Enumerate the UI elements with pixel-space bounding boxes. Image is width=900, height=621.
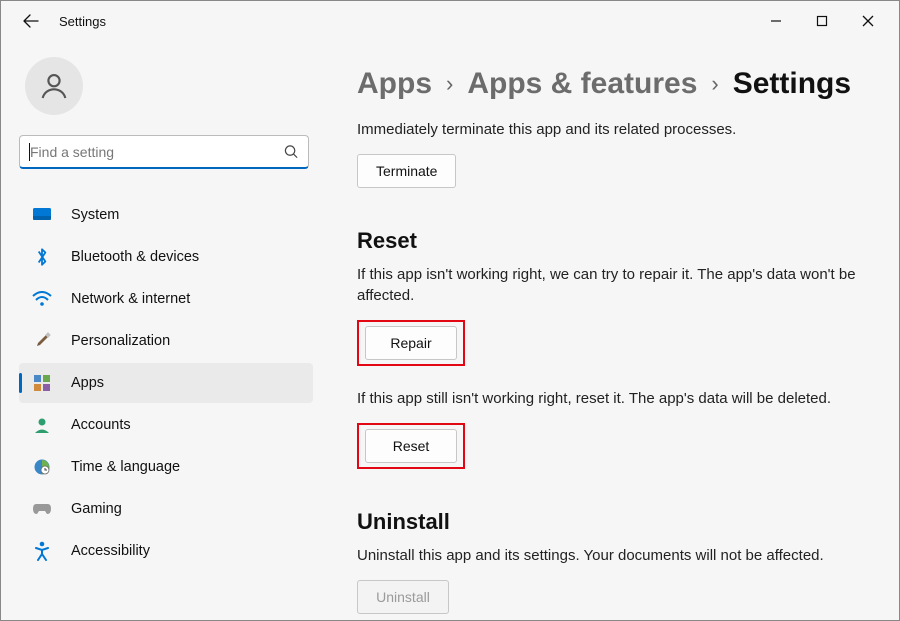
brush-icon [31,330,53,352]
globe-clock-icon [31,456,53,478]
nav-item-apps[interactable]: Apps [19,363,313,403]
nav-item-network[interactable]: Network & internet [19,279,313,319]
nav-list: System Bluetooth & devices Network & int… [19,195,313,571]
breadcrumb-apps[interactable]: Apps [357,67,432,101]
window-title: Settings [59,14,106,29]
close-icon [862,15,874,27]
search-field[interactable] [19,135,309,169]
maximize-button[interactable] [799,5,845,37]
chevron-right-icon: › [446,71,453,97]
nav-item-time[interactable]: Time & language [19,447,313,487]
minimize-button[interactable] [753,5,799,37]
nav-item-accessibility[interactable]: Accessibility [19,531,313,571]
nav-label: Accounts [71,417,131,433]
nav-label: Gaming [71,501,122,517]
bluetooth-icon [31,246,53,268]
nav-label: Time & language [71,459,180,475]
nav-label: Network & internet [71,291,190,307]
nav-item-bluetooth[interactable]: Bluetooth & devices [19,237,313,277]
terminate-button[interactable]: Terminate [357,154,456,188]
breadcrumb-current: Settings [733,67,851,101]
chevron-right-icon: › [711,71,718,97]
uninstall-heading: Uninstall [357,509,871,535]
terminate-description: Immediately terminate this app and its r… [357,119,871,140]
reset-heading: Reset [357,228,871,254]
main-content: Apps › Apps & features › Settings Immedi… [321,41,899,620]
nav-label: System [71,207,119,223]
breadcrumb-apps-features[interactable]: Apps & features [467,67,697,101]
user-avatar[interactable] [25,57,83,115]
search-input[interactable] [19,135,309,169]
back-button[interactable] [17,7,45,35]
system-icon [31,204,53,226]
accessibility-icon [31,540,53,562]
reset-button[interactable]: Reset [365,429,457,463]
titlebar: Settings [1,1,899,41]
repair-button[interactable]: Repair [365,326,457,360]
nav-item-system[interactable]: System [19,195,313,235]
nav-label: Personalization [71,333,170,349]
wifi-icon [31,288,53,310]
maximize-icon [816,15,828,27]
uninstall-description: Uninstall this app and its settings. You… [357,545,871,566]
reset-highlight: Reset [357,423,465,469]
sidebar: System Bluetooth & devices Network & int… [1,41,321,620]
window-controls [753,5,891,37]
nav-label: Accessibility [71,543,150,559]
minimize-icon [770,15,782,27]
gamepad-icon [31,498,53,520]
repair-highlight: Repair [357,320,465,366]
nav-label: Apps [71,375,104,391]
text-cursor [29,143,30,161]
nav-label: Bluetooth & devices [71,249,199,265]
uninstall-button[interactable]: Uninstall [357,580,449,614]
accounts-icon [31,414,53,436]
search-icon [284,145,299,160]
arrow-left-icon [23,13,39,29]
repair-description: If this app isn't working right, we can … [357,264,871,306]
close-button[interactable] [845,5,891,37]
apps-icon [31,372,53,394]
breadcrumb: Apps › Apps & features › Settings [357,67,871,101]
nav-item-personalization[interactable]: Personalization [19,321,313,361]
nav-item-accounts[interactable]: Accounts [19,405,313,445]
nav-item-gaming[interactable]: Gaming [19,489,313,529]
reset-description: If this app still isn't working right, r… [357,388,871,409]
person-icon [38,70,70,102]
